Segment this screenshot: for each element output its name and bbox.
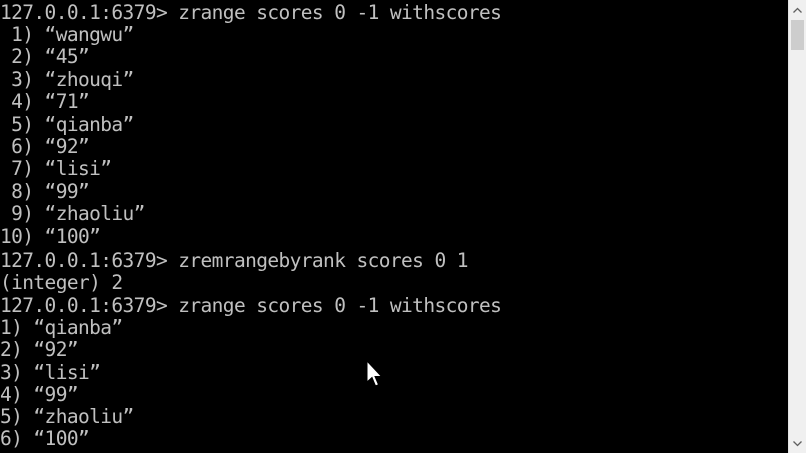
vertical-scrollbar[interactable] <box>788 0 806 453</box>
mouse-pointer-icon <box>366 360 383 387</box>
scrollbar-thumb[interactable] <box>791 20 804 50</box>
output-line: 1) “qianba” <box>0 316 123 339</box>
output-line: 4) “99” <box>0 383 79 406</box>
output-line: 8) “99” <box>0 180 90 203</box>
prompt-line: 127.0.0.1:6379> zrange scores 0 -1 withs… <box>0 1 502 24</box>
output-line: 4) “71” <box>0 90 90 113</box>
output-line: 6) “100” <box>0 427 90 450</box>
chevron-up-icon[interactable] <box>789 1 806 18</box>
output-line: 1) “wangwu” <box>0 23 134 46</box>
prompt-line: 127.0.0.1:6379> zrange scores 0 -1 withs… <box>0 294 502 317</box>
output-line: 10) “100” <box>0 225 101 248</box>
output-line: 6) “92” <box>0 135 90 158</box>
chevron-down-icon[interactable] <box>789 435 806 452</box>
prompt-line: 127.0.0.1:6379> zremrangebyrank scores 0… <box>0 249 468 272</box>
output-line: (integer) 2 <box>0 271 123 294</box>
output-line: 5) “zhaoliu” <box>0 405 134 428</box>
output-line: 9) “zhaoliu” <box>0 202 145 225</box>
output-line: 2) “45” <box>0 45 90 68</box>
terminal-window[interactable]: 127.0.0.1:6379> zrange scores 0 -1 withs… <box>0 0 788 453</box>
output-line: 5) “qianba” <box>0 113 134 136</box>
output-line: 3) “lisi” <box>0 361 101 384</box>
output-line: 7) “lisi” <box>0 157 112 180</box>
output-line: 3) “zhouqi” <box>0 68 134 91</box>
output-line: 2) “92” <box>0 338 79 361</box>
